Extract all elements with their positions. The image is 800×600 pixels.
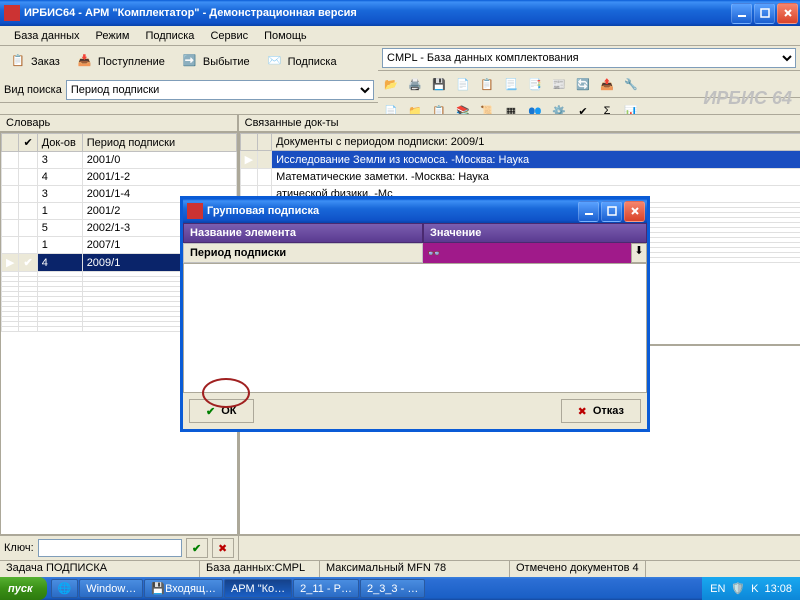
window-title: ИРБИС64 - АРМ "Комплектатор" - Демонстра… (24, 7, 731, 19)
dialog-value-field[interactable]: 👓 (423, 243, 631, 263)
dialog-title: Групповая подписка (207, 205, 578, 217)
start-button[interactable]: пуск (0, 577, 47, 600)
db-select-row: CMPL - База данных комплектования (378, 46, 800, 71)
dialog-col-name: Название элемента (183, 223, 423, 243)
doc3-icon[interactable]: 📰 (548, 73, 570, 95)
menu-database[interactable]: База данных (6, 28, 88, 44)
annotation-circle (202, 378, 250, 408)
tool-icon[interactable]: 🔧 (620, 73, 642, 95)
doc2-icon[interactable]: 📑 (524, 73, 546, 95)
close-button[interactable] (777, 3, 798, 24)
mode-toolbar: 📋Заказ 📥Поступление ➡️Выбытие ✉️Подписка (0, 46, 378, 78)
order-icon: 📋 (11, 54, 27, 70)
status-marked: Отмечено документов 4 (510, 561, 646, 577)
clock: 13:08 (764, 583, 792, 595)
table-row[interactable]: 42001/1-2 (2, 169, 237, 186)
main-window-titlebar: ИРБИС64 - АРМ "Комплектатор" - Демонстра… (0, 0, 800, 26)
subscription-button[interactable]: ✉️Подписка (261, 50, 344, 74)
system-tray[interactable]: EN 🛡️ K 13:08 (702, 577, 800, 600)
list-item[interactable]: ▶Исследование Земли из космоса. -Москва:… (240, 151, 800, 169)
minimize-button[interactable] (731, 3, 752, 24)
group-subscription-dialog: Групповая подписка Название элемента Зна… (180, 196, 650, 432)
refresh-icon[interactable]: 🔄 (572, 73, 594, 95)
search-type-label: Вид поиска (4, 84, 62, 96)
related-header: Связанные док-ты (239, 114, 800, 132)
col-period[interactable]: Период подписки (82, 134, 236, 152)
list-item[interactable]: Математические заметки. -Москва: Наука (240, 169, 800, 186)
check-icon: ✔ (206, 405, 215, 418)
tray-icon[interactable]: 🛡️ (731, 582, 745, 595)
related-caption: Документы с периодом подписки: 2009/1 (272, 134, 800, 151)
dialog-row-label: Период подписки (183, 243, 423, 263)
disposal-icon: ➡️ (183, 54, 199, 70)
detail-buttons: ✔ ✖ (239, 535, 800, 560)
cross-icon: ✖ (578, 405, 587, 418)
col-indicator (2, 134, 19, 152)
key-row: Ключ: ✔ ✖ (0, 535, 238, 560)
tool-icon[interactable]: 📂 (380, 73, 402, 95)
key-apply-button[interactable]: ✔ (186, 538, 208, 558)
taskbar-item[interactable]: 🌐 (51, 579, 79, 598)
print-icon[interactable]: 🖨️ (404, 73, 426, 95)
envelope-icon: ✉️ (268, 54, 284, 70)
taskbar-item[interactable]: 2_11 - P… (293, 579, 359, 598)
tray-icon[interactable]: K (751, 583, 758, 595)
dialog-grid-area (183, 263, 647, 393)
save-icon[interactable]: 💾 (428, 73, 450, 95)
copy-icon[interactable]: 📄 (452, 73, 474, 95)
key-label: Ключ: (4, 542, 34, 554)
maximize-button[interactable] (754, 3, 775, 24)
search-type-select[interactable]: Период подписки (66, 80, 374, 100)
dialog-col-value: Значение (423, 223, 647, 243)
receipt-icon: 📥 (78, 54, 94, 70)
dialog-minimize-button[interactable] (578, 201, 599, 222)
dictionary-header: Словарь (0, 114, 238, 132)
status-task: Задача ПОДПИСКА (0, 561, 200, 577)
status-mfn: Максимальный MFN 78 (320, 561, 510, 577)
col-docs[interactable]: Док-ов (37, 134, 82, 152)
dialog-icon (187, 203, 203, 219)
statusbar: Задача ПОДПИСКА База данных:CMPL Максима… (0, 560, 800, 577)
menu-service[interactable]: Сервис (202, 28, 256, 44)
paste-icon[interactable]: 📋 (476, 73, 498, 95)
brand-logo: ИРБИС 64 (703, 88, 792, 109)
disposal-button[interactable]: ➡️Выбытие (176, 50, 257, 74)
menu-mode[interactable]: Режим (88, 28, 138, 44)
menu-help[interactable]: Помощь (256, 28, 315, 44)
table-row[interactable]: 32001/0 (2, 152, 237, 169)
app-icon (4, 5, 20, 21)
menubar: База данных Режим Подписка Сервис Помощь (0, 26, 800, 46)
dialog-maximize-button[interactable] (601, 201, 622, 222)
dropdown-icon[interactable]: ⬇ (631, 243, 647, 263)
taskbar-item[interactable]: АРМ "Ко… (224, 579, 292, 598)
col-check[interactable]: ✔ (19, 134, 37, 152)
taskbar-item[interactable]: Window… (79, 579, 143, 598)
export-icon[interactable]: 📤 (596, 73, 618, 95)
dialog-close-button[interactable] (624, 201, 645, 222)
database-select[interactable]: CMPL - База данных комплектования (382, 48, 796, 68)
taskbar: пуск 🌐 Window… 💾 Входящ… АРМ "Ко… 2_11 -… (0, 577, 800, 600)
key-input[interactable] (38, 539, 182, 557)
key-cancel-button[interactable]: ✖ (212, 538, 234, 558)
language-indicator[interactable]: EN (710, 583, 725, 595)
order-button[interactable]: 📋Заказ (4, 50, 67, 74)
dialog-titlebar[interactable]: Групповая подписка (183, 199, 647, 223)
status-db: База данных:CMPL (200, 561, 320, 577)
cancel-button[interactable]: ✖Отказ (561, 399, 641, 423)
taskbar-item[interactable]: 💾 Входящ… (144, 579, 223, 598)
receipt-button[interactable]: 📥Поступление (71, 50, 172, 74)
menu-subscription[interactable]: Подписка (137, 28, 202, 44)
search-type-row: Вид поиска Период подписки (0, 78, 378, 103)
doc-icon[interactable]: 📃 (500, 73, 522, 95)
taskbar-item[interactable]: 2_3_3 - … (360, 579, 425, 598)
